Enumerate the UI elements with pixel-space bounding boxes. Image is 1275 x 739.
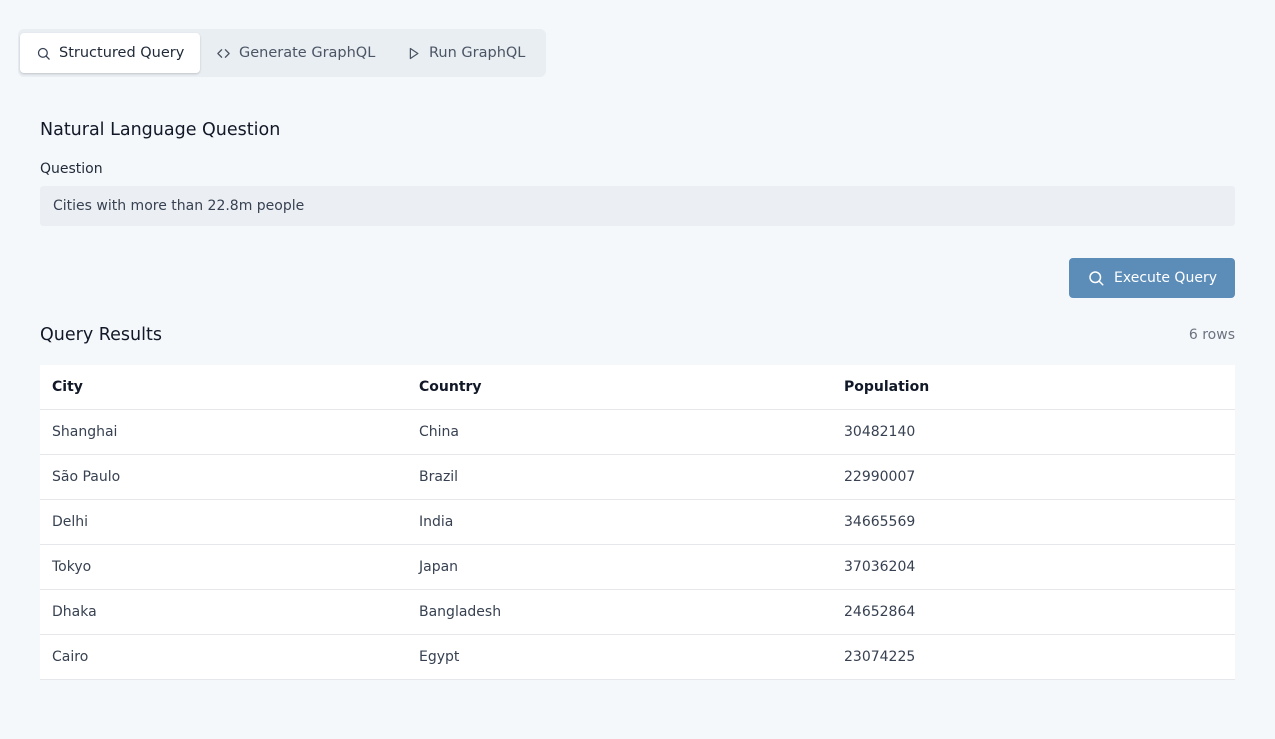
section-title-question: Natural Language Question <box>40 120 281 140</box>
search-icon <box>1089 271 1104 286</box>
table-header-row: City Country Population <box>40 365 1235 410</box>
question-input[interactable] <box>40 186 1235 226</box>
cell-city: São Paulo <box>40 454 407 500</box>
cell-population: 23074225 <box>832 634 1235 680</box>
play-icon <box>409 47 419 59</box>
cell-country: Bangladesh <box>407 589 832 635</box>
row-count: 6 rows <box>1188 327 1235 343</box>
execute-query-label: Execute Query <box>1114 270 1217 286</box>
tab-structured-query[interactable]: Structured Query <box>20 33 200 73</box>
table-row: São Paulo Brazil 22990007 <box>40 454 1235 500</box>
cell-city: Tokyo <box>40 544 407 590</box>
cell-city: Shanghai <box>40 409 407 455</box>
table-row: Delhi India 34665569 <box>40 499 1235 545</box>
search-icon <box>37 47 50 60</box>
cell-country: India <box>407 499 832 545</box>
cell-country: Egypt <box>407 634 832 680</box>
cell-city: Cairo <box>40 634 407 680</box>
code-icon <box>217 48 230 58</box>
cell-population: 37036204 <box>832 544 1235 590</box>
table-row: Dhaka Bangladesh 24652864 <box>40 589 1235 635</box>
cell-population: 24652864 <box>832 589 1235 635</box>
column-header-country[interactable]: Country <box>407 365 832 410</box>
tab-label: Generate GraphQL <box>239 45 376 61</box>
tab-run-graphql[interactable]: Run GraphQL <box>390 33 540 73</box>
cell-country: Japan <box>407 544 832 590</box>
question-label: Question <box>40 161 103 177</box>
section-title-results: Query Results <box>40 325 162 345</box>
results-table: City Country Population Shanghai China 3… <box>40 365 1235 680</box>
cell-city: Delhi <box>40 499 407 545</box>
tab-generate-graphql[interactable]: Generate GraphQL <box>200 33 390 73</box>
tab-label: Run GraphQL <box>429 45 526 61</box>
table-row: Tokyo Japan 37036204 <box>40 544 1235 590</box>
cell-population: 30482140 <box>832 409 1235 455</box>
tab-label: Structured Query <box>59 45 185 61</box>
tab-bar: Structured Query Generate GraphQL Run Gr… <box>18 29 546 77</box>
cell-population: 22990007 <box>832 454 1235 500</box>
cell-country: China <box>407 409 832 455</box>
table-row: Cairo Egypt 23074225 <box>40 634 1235 680</box>
column-header-city[interactable]: City <box>40 365 407 410</box>
cell-country: Brazil <box>407 454 832 500</box>
cell-population: 34665569 <box>832 499 1235 545</box>
cell-city: Dhaka <box>40 589 407 635</box>
table-row: Shanghai China 30482140 <box>40 409 1235 455</box>
execute-query-button[interactable]: Execute Query <box>1069 258 1235 298</box>
column-header-population[interactable]: Population <box>832 365 1235 410</box>
